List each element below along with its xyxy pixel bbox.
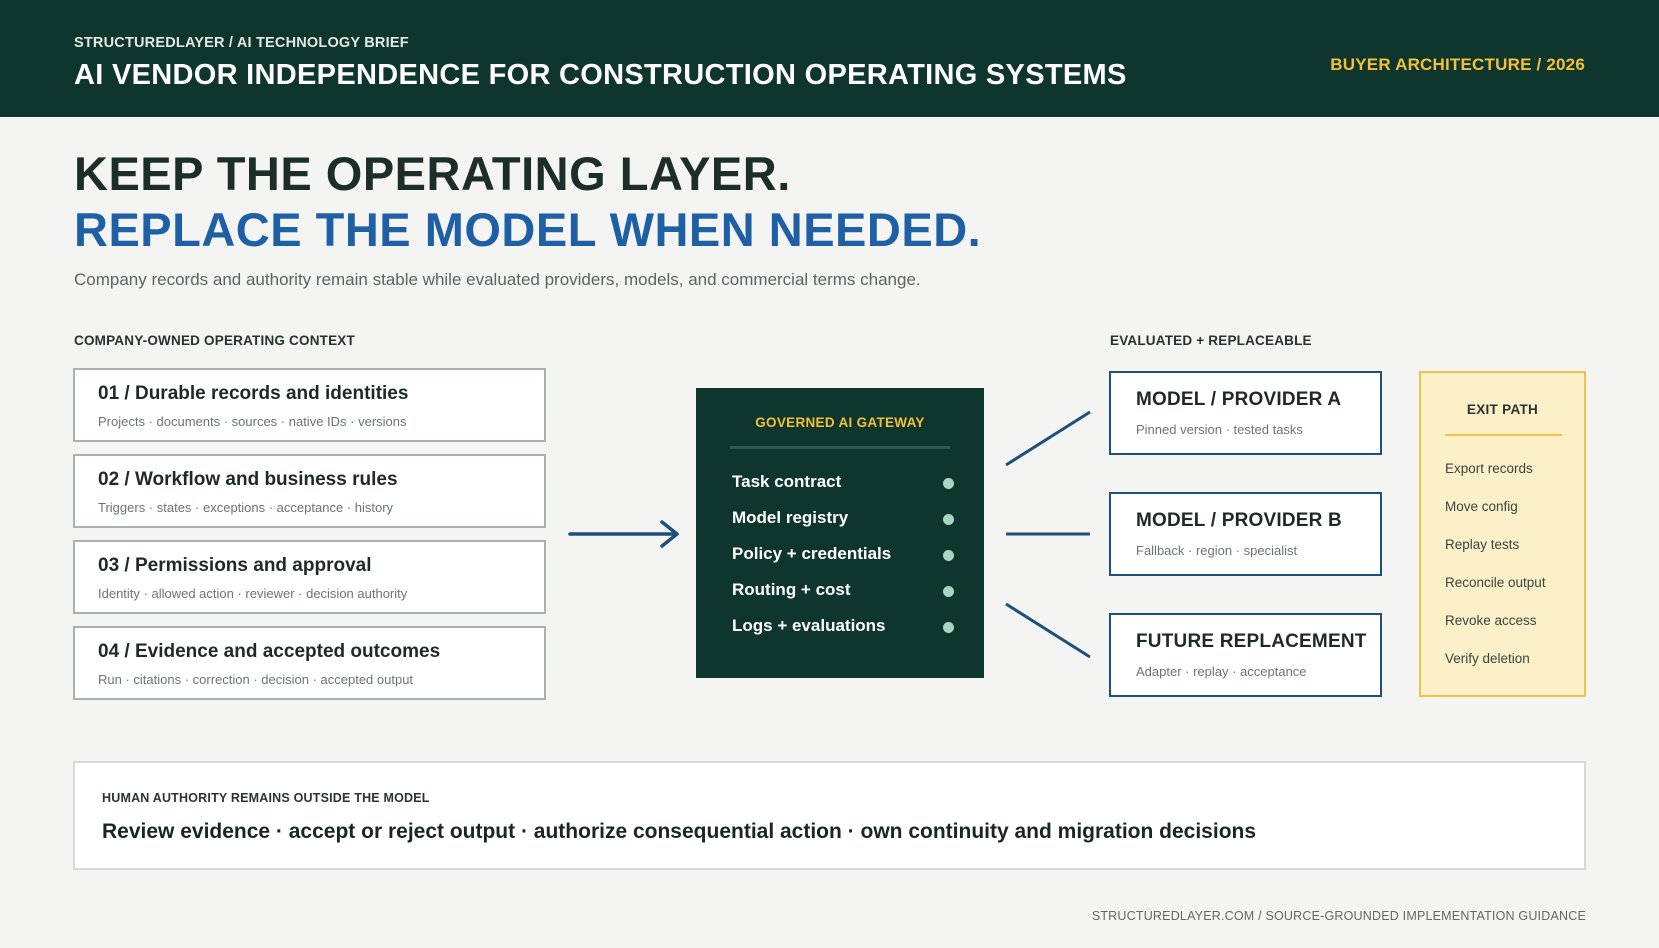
gateway-item-label: Policy + credentials (732, 544, 892, 563)
gateway-item-model-registry: Model registry (732, 507, 954, 531)
exit-path-panel: EXIT PATH Export records Move config Rep… (1419, 371, 1586, 697)
status-dot-icon (943, 586, 954, 597)
ai-gateway-panel: GOVERNED AI GATEWAY Task contract Model … (696, 388, 984, 678)
exit-step-verify: Verify deletion (1445, 651, 1530, 666)
exit-step-revoke: Revoke access (1445, 613, 1537, 628)
provider-card-a: MODEL / PROVIDER A Pinned version · test… (1109, 371, 1382, 455)
gateway-item-logs-evaluations: Logs + evaluations (732, 615, 954, 639)
status-dot-icon (943, 478, 954, 489)
exit-step-reconcile: Reconcile output (1445, 575, 1546, 590)
authority-label: HUMAN AUTHORITY REMAINS OUTSIDE THE MODE… (102, 791, 430, 805)
footer-source: STRUCTUREDLAYER.COM / SOURCE-GROUNDED IM… (1091, 909, 1586, 923)
gateway-item-label: Routing + cost (732, 580, 851, 599)
exit-step-replay: Replay tests (1445, 537, 1520, 552)
gateway-divider (730, 446, 950, 449)
gateway-title: GOVERNED AI GATEWAY (755, 415, 925, 430)
connector-future-replacement (1005, 602, 1091, 659)
status-dot-icon (943, 622, 954, 633)
gateway-item-policy-credentials: Policy + credentials (732, 543, 954, 567)
gateway-item-label: Model registry (732, 508, 849, 527)
provider-card-future: FUTURE REPLACEMENT Adapter · replay · ac… (1109, 613, 1382, 697)
gateway-item-label: Logs + evaluations (732, 616, 886, 635)
human-authority-panel: HUMAN AUTHORITY REMAINS OUTSIDE THE MODE… (73, 761, 1586, 870)
exit-step-move-config: Move config (1445, 499, 1518, 514)
status-dot-icon (943, 550, 954, 561)
gateway-item-label: Task contract (732, 472, 842, 491)
provider-card-subtitle: Pinned version · tested tasks (1136, 422, 1303, 437)
gateway-item-routing-cost: Routing + cost (732, 579, 954, 603)
exit-step-export: Export records (1445, 461, 1533, 476)
provider-card-subtitle: Adapter · replay · acceptance (1136, 664, 1307, 679)
exit-path-title: EXIT PATH (1466, 402, 1539, 417)
connector-provider-a (1005, 410, 1091, 467)
provider-card-b: MODEL / PROVIDER B Fallback · region · s… (1109, 492, 1382, 576)
provider-card-subtitle: Fallback · region · specialist (1136, 543, 1298, 558)
authority-text: Review evidence · accept or reject outpu… (102, 820, 1257, 843)
context-to-gateway-arrow (568, 520, 679, 548)
gateway-item-task-contract: Task contract (732, 471, 954, 495)
status-dot-icon (943, 514, 954, 525)
exit-path-divider (1445, 434, 1562, 436)
provider-card-title: FUTURE REPLACEMENT (1136, 631, 1367, 652)
provider-card-title: MODEL / PROVIDER A (1136, 389, 1342, 410)
provider-card-title: MODEL / PROVIDER B (1136, 510, 1342, 531)
